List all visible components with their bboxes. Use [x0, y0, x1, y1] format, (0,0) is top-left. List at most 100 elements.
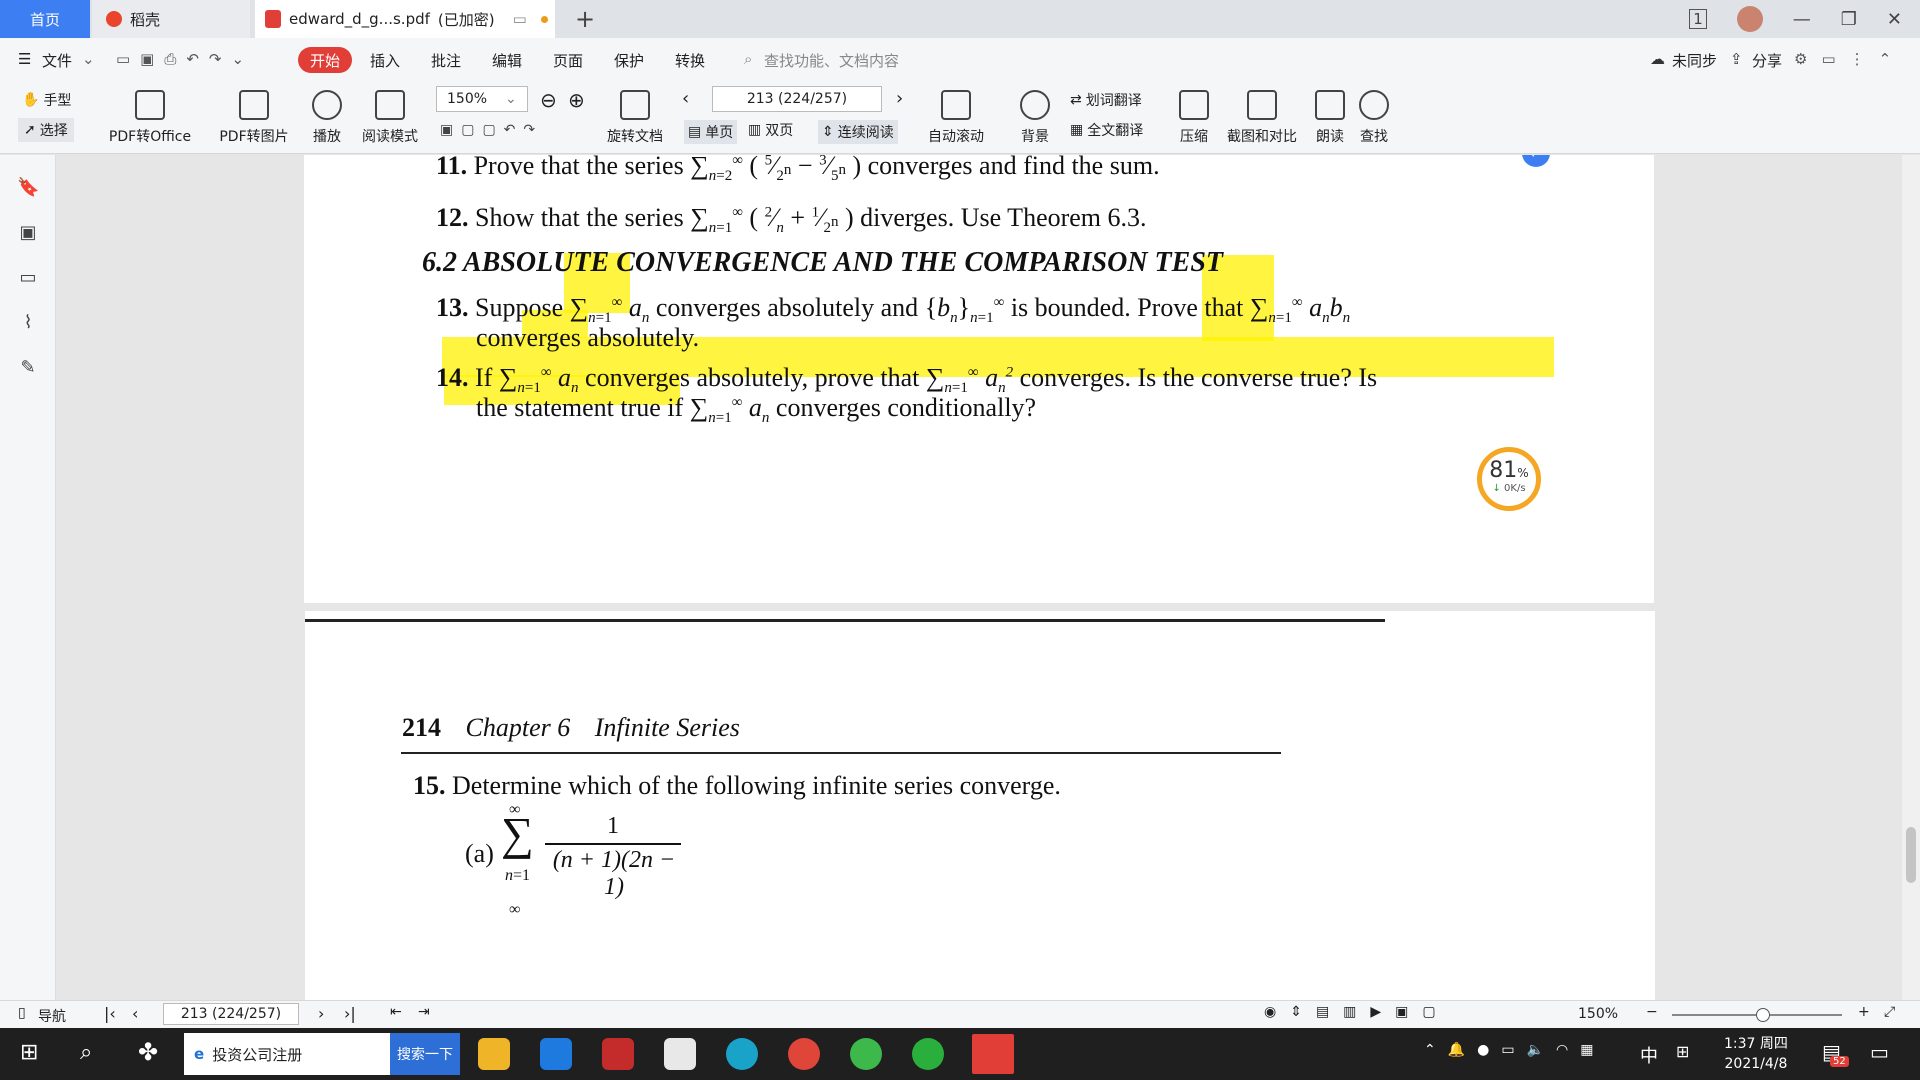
play-button[interactable]: 播放 [305, 86, 349, 146]
single-page-button[interactable]: ▤ 单页 [684, 120, 738, 144]
back-icon[interactable]: ⇤ [390, 1004, 402, 1020]
system-tray-icons[interactable]: ⌃🔔●▭🔈◠▦ [1424, 1042, 1605, 1058]
menu-annotate[interactable]: 批注 [431, 50, 461, 71]
fullscreen-icon[interactable]: ⤢ [1884, 1004, 1895, 1020]
menu-page[interactable]: 页面 [553, 50, 583, 71]
taskbar-search-box[interactable]: e 投资公司注册 [184, 1033, 390, 1075]
full-translate-button[interactable]: ▦ 全文翻译 [1070, 120, 1143, 140]
wps-pdf-icon[interactable] [972, 1034, 1014, 1074]
comment-icon[interactable]: ▭ [17, 267, 39, 289]
chevron-down-icon: ⌄ [505, 91, 517, 107]
status-zoom-value[interactable]: 150% [1578, 1006, 1618, 1022]
quick-access-icons[interactable]: ▭▣⎙↶↷⌄ [116, 50, 254, 68]
scrollbar-thumb[interactable] [1906, 827, 1916, 883]
zoom-out-icon[interactable]: ⊖ [540, 88, 557, 112]
next-page-icon[interactable]: › [896, 88, 903, 109]
clock[interactable]: 1:37 周四 2021/4/8 [1724, 1034, 1788, 1074]
menu-insert[interactable]: 插入 [370, 50, 400, 71]
zoom-in-plus-icon[interactable]: + [1858, 1004, 1870, 1020]
auto-scroll-button[interactable]: 自动滚动 [920, 86, 992, 146]
first-page-icon[interactable]: |‹ [104, 1004, 116, 1023]
page-number-input[interactable]: 213 (224/257) [712, 86, 882, 112]
share-button[interactable]: 分享 [1752, 50, 1782, 71]
cloud-sync-icon[interactable]: ☁ [1650, 50, 1665, 68]
windows-start-icon[interactable]: ⊞ [20, 1040, 38, 1065]
menu-convert[interactable]: 转换 [675, 50, 705, 71]
close-icon[interactable]: ✕ [1887, 9, 1902, 30]
tab-home[interactable]: 首页 [0, 0, 90, 38]
chrome-icon[interactable] [788, 1038, 820, 1070]
compress-button[interactable]: 压缩 [1172, 86, 1216, 146]
menu-edit[interactable]: 编辑 [492, 50, 522, 71]
hamburger-icon[interactable]: ☰ [18, 50, 31, 68]
settings-more-icons[interactable]: ⚙▭⋮⌃ [1794, 50, 1905, 68]
tab-pdf-document[interactable]: edward_d_g...s.pdf (已加密) ▭ [255, 0, 555, 38]
chevron-down-icon[interactable]: ⌄ [82, 50, 95, 68]
status-page-input[interactable]: 213 (224/257) [163, 1003, 299, 1025]
new-tab-button[interactable]: + [570, 0, 600, 38]
taskbar-search-button[interactable]: 搜索一下 [390, 1033, 460, 1075]
vertical-scrollbar[interactable] [1902, 155, 1920, 1000]
mail-icon[interactable] [540, 1038, 572, 1070]
view-mode-icons[interactable]: ◉⇕▤▥▶▣▢ [1264, 1004, 1450, 1020]
signature-icon[interactable]: ✎ [17, 357, 39, 379]
tab-daoke[interactable]: 稻壳 [92, 0, 250, 38]
hand-tool-button[interactable]: ✋ 手型 [22, 90, 71, 110]
thumbnail-icon[interactable]: ▣ [17, 222, 39, 244]
pdf-to-office-button[interactable]: PDF转Office [100, 86, 200, 146]
zoom-slider-handle[interactable] [1756, 1008, 1770, 1022]
zoom-out-minus-icon[interactable]: − [1646, 1004, 1658, 1020]
read-aloud-button[interactable]: 朗读 [1310, 86, 1350, 146]
avatar[interactable] [1736, 6, 1763, 32]
share-icon[interactable]: ⇪ [1730, 50, 1743, 68]
app-red-icon[interactable] [602, 1038, 634, 1070]
background-button[interactable]: 背景 [1010, 86, 1060, 146]
restore-icon[interactable]: ❐ [1841, 9, 1857, 30]
nav-panel-icon[interactable]: ▯ [18, 1005, 26, 1021]
menu-protect[interactable]: 保护 [614, 50, 644, 71]
single-window-icon[interactable]: 1 [1689, 9, 1707, 29]
nav-label[interactable]: 导航 [38, 1006, 66, 1026]
pdf-to-image-button[interactable]: PDF转图片 [212, 86, 296, 146]
read-mode-button[interactable]: 阅读模式 [356, 86, 424, 146]
edge-icon[interactable] [726, 1038, 758, 1070]
ime-mode-icon[interactable]: ⊞ [1676, 1042, 1689, 1061]
previous-page-icon[interactable]: ‹ [682, 88, 689, 109]
forward-icon[interactable]: ⇥ [418, 1004, 430, 1020]
fit-rotate-icons[interactable]: ▣▢▢↶↷ [440, 122, 543, 138]
search-icon[interactable]: ⌕ [744, 50, 752, 68]
compress-label: 压缩 [1180, 129, 1208, 145]
menu-file[interactable]: 文件 [42, 50, 72, 71]
store-icon[interactable] [664, 1038, 696, 1070]
taskbar-search-text: 投资公司注册 [212, 1045, 303, 1064]
double-page-button[interactable]: ▥ 双页 [748, 120, 793, 140]
search-icon[interactable]: ⌕ [80, 1040, 92, 1065]
app-icon[interactable]: ✤ [138, 1038, 158, 1066]
last-page-icon[interactable]: ›| [344, 1004, 356, 1023]
select-tool-button[interactable]: ➚ 选择 [18, 118, 74, 142]
action-center-icon[interactable]: ▭ [1870, 1040, 1889, 1064]
monitor-icon[interactable]: ▭ [513, 10, 527, 28]
bookmark-icon[interactable]: 🔖 [17, 177, 39, 199]
document-viewport[interactable]: 11. Prove that the series ∑n=2∞ ( 5⁄2n −… [57, 155, 1902, 1000]
screenshot-compare-button[interactable]: 截图和对比 [1222, 86, 1302, 146]
find-button[interactable]: 查找 [1354, 86, 1394, 146]
zoom-select[interactable]: 150% ⌄ [436, 86, 528, 112]
word-translate-button[interactable]: ⇄ 划词翻译 [1070, 90, 1142, 110]
ime-indicator[interactable]: 中 [1640, 1042, 1658, 1068]
wechat-icon[interactable] [912, 1038, 944, 1070]
file-explorer-icon[interactable] [478, 1038, 510, 1070]
unsynced-label[interactable]: 未同步 [1672, 50, 1717, 71]
rotate-document-button[interactable]: 旋转文档 [600, 86, 670, 146]
continuous-read-button[interactable]: ⇕ 连续阅读 [818, 120, 898, 144]
attachment-icon[interactable]: ⌇ [17, 312, 39, 334]
network-speed-widget[interactable]: 81% ↓ 0K/s [1477, 447, 1541, 511]
prev-page-icon[interactable]: ‹ [132, 1004, 138, 1023]
browser-green-icon[interactable] [850, 1038, 882, 1070]
rotate-label: 旋转文档 [607, 129, 663, 145]
next-page-icon[interactable]: › [318, 1004, 324, 1023]
feature-search-input[interactable]: 查找功能、文档内容 [764, 50, 899, 71]
minimize-icon[interactable]: — [1793, 9, 1811, 30]
zoom-in-icon[interactable]: ⊕ [568, 88, 585, 112]
menu-start[interactable]: 开始 [298, 47, 352, 73]
